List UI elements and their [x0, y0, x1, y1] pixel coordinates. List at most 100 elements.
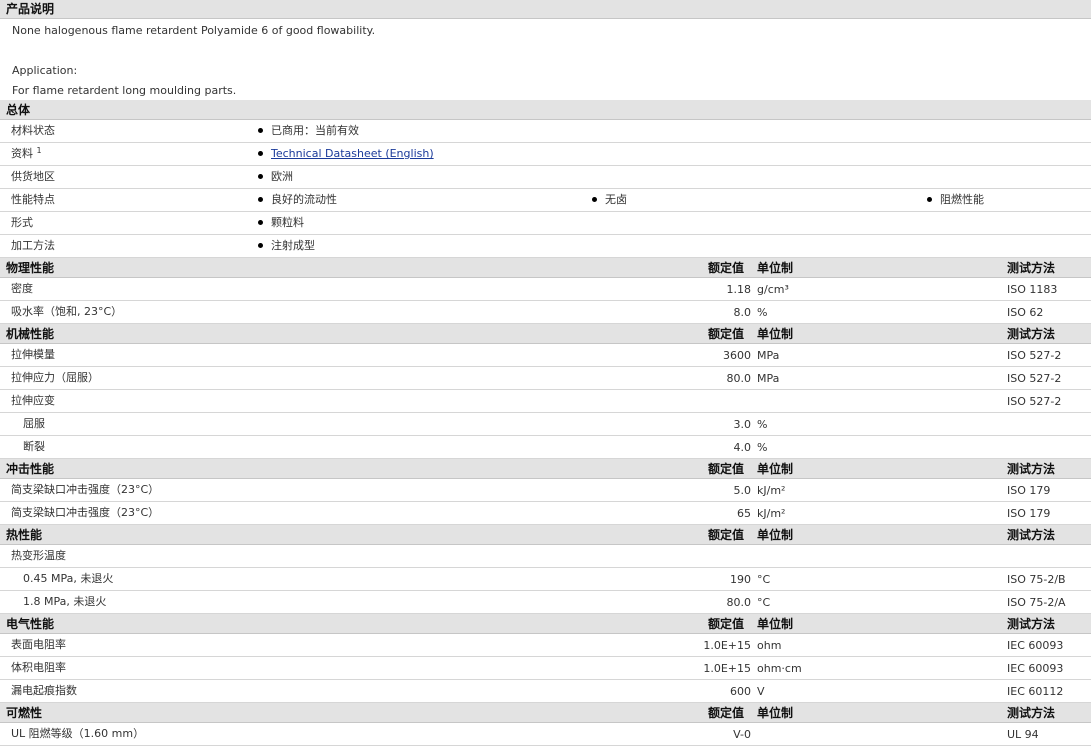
general-row: 材料状态 已商用：当前有效: [0, 120, 1091, 143]
bullet-icon: [258, 173, 263, 179]
general-row: 加工方法 注射成型: [0, 235, 1091, 258]
property-row: 简支梁缺口冲击强度（23°C） 5.0 kJ/m² ISO 179: [0, 479, 1091, 502]
property-unit: kJ/m²: [757, 484, 786, 497]
property-row: 1.8 MPa, 未退火 80.0 °C ISO 75-2/A: [0, 591, 1091, 614]
column-header-value: 额定值: [708, 528, 745, 542]
property-name: 热变形温度: [11, 549, 66, 562]
general-row: 形式 颗粒料: [0, 212, 1091, 235]
property-row: 拉伸应力（屈服） 80.0 MPa ISO 527-2: [0, 367, 1091, 390]
property-unit: kJ/m²: [757, 507, 786, 520]
column-header-method: 测试方法: [1007, 261, 1056, 275]
property-name: 拉伸应变: [11, 394, 55, 407]
property-row: 拉伸应变 ISO 527-2: [0, 390, 1091, 413]
section-header: 热性能 额定值 单位制 测试方法: [0, 525, 1091, 545]
property-name: 体积电阻率: [11, 661, 66, 674]
test-method: ISO 527-2: [1007, 349, 1062, 362]
section-header: 电气性能 额定值 单位制 测试方法: [0, 614, 1091, 634]
section-title: 电气性能: [6, 617, 55, 631]
property-row: 体积电阻率 1.0E+15 ohm·cm IEC 60093: [0, 657, 1091, 680]
general-value: 欧洲: [258, 166, 293, 188]
property-name: 漏电起痕指数: [11, 684, 77, 697]
general-label: 性能特点: [11, 189, 55, 211]
general-label: 资料 1: [11, 143, 42, 165]
property-unit: MPa: [757, 349, 780, 362]
general-value-text: 注射成型: [271, 239, 315, 252]
property-name: UL 阻燃等级（1.60 mm）: [11, 727, 145, 740]
column-header-value: 额定值: [708, 617, 745, 631]
property-name: 拉伸应力（屈服）: [11, 371, 99, 384]
property-unit: %: [757, 306, 768, 319]
general-label: 加工方法: [11, 235, 55, 257]
general-label-text: 性能特点: [11, 193, 55, 206]
general-value-text: 已商用：当前有效: [271, 124, 359, 137]
general-label-text: 材料状态: [11, 124, 55, 137]
general-value-text: 欧洲: [271, 170, 293, 183]
property-name: 简支梁缺口冲击强度（23°C）: [11, 506, 160, 519]
bullet-icon: [258, 150, 263, 156]
property-row: 漏电起痕指数 600 V IEC 60112: [0, 680, 1091, 703]
property-unit: %: [757, 418, 768, 431]
property-row: 吸水率（饱和, 23°C） 8.0% ISO 62: [0, 301, 1091, 324]
property-row: 拉伸模量 3600 MPa ISO 527-2: [0, 344, 1091, 367]
column-header-method: 测试方法: [1007, 617, 1056, 631]
test-method: UL 94: [1007, 728, 1039, 741]
property-name: 拉伸模量: [11, 348, 55, 361]
property-row: 热变形温度: [0, 545, 1091, 568]
general-value-text: 颗粒料: [271, 216, 304, 229]
property-value: 3.0: [733, 418, 752, 431]
column-header-unit: 单位制: [757, 528, 794, 542]
property-row: 0.45 MPa, 未退火 190 °C ISO 75-2/B: [0, 568, 1091, 591]
property-name: 简支梁缺口冲击强度（23°C）: [11, 483, 160, 496]
general-label-text: 资料: [11, 147, 33, 160]
section-header-general: 总体: [0, 100, 1091, 120]
column-header-value: 额定值: [708, 462, 745, 476]
property-name: 表面电阻率: [11, 638, 66, 651]
property-unit: %: [757, 441, 768, 454]
property-value: 1.0E+15: [703, 662, 751, 675]
test-method: ISO 1183: [1007, 283, 1058, 296]
property-value: 5.0: [733, 484, 752, 497]
general-value: 注射成型: [258, 235, 315, 257]
section-header: 机械性能 额定值 单位制 测试方法: [0, 324, 1091, 344]
bullet-icon: [258, 219, 263, 225]
test-method: IEC 60112: [1007, 685, 1064, 698]
property-unit: ohm: [757, 639, 782, 652]
general-value-text: 阻燃性能: [940, 193, 984, 206]
property-name: 断裂: [23, 440, 45, 453]
desc-spacer: [0, 41, 1091, 61]
footnote-marker: 1: [36, 146, 42, 155]
property-value: V-0: [733, 728, 751, 741]
general-value: 阻燃性能: [927, 189, 984, 211]
general-value[interactable]: Technical Datasheet (English): [258, 143, 434, 165]
column-header-unit: 单位制: [757, 617, 794, 631]
column-header-method: 测试方法: [1007, 327, 1056, 341]
property-value: 80.0: [726, 596, 752, 609]
test-method: ISO 62: [1007, 306, 1044, 319]
property-row: 屈服 3.0%: [0, 413, 1091, 436]
property-row: 表面电阻率 1.0E+15 ohm IEC 60093: [0, 634, 1091, 657]
property-value: 4.0: [733, 441, 752, 454]
property-unit: g/cm³: [757, 283, 789, 296]
property-name: 屈服: [23, 417, 45, 430]
test-method: ISO 527-2: [1007, 372, 1062, 385]
test-method: ISO 527-2: [1007, 395, 1062, 408]
property-value: 80.0: [726, 372, 752, 385]
property-row: 简支梁缺口冲击强度（23°C） 65 kJ/m² ISO 179: [0, 502, 1091, 525]
property-row: UL 阻燃等级（1.60 mm） V-0 UL 94: [0, 723, 1091, 746]
property-unit: °C: [757, 573, 771, 586]
column-header-unit: 单位制: [757, 706, 794, 720]
section-title: 物理性能: [6, 261, 55, 275]
general-label: 形式: [11, 212, 33, 234]
general-label: 材料状态: [11, 120, 55, 142]
property-name: 吸水率（饱和, 23°C）: [11, 305, 123, 318]
general-value: 颗粒料: [258, 212, 304, 234]
section-header: 冲击性能 额定值 单位制 测试方法: [0, 459, 1091, 479]
datasheet-link[interactable]: Technical Datasheet (English): [271, 147, 434, 160]
general-row: 资料 1 Technical Datasheet (English): [0, 143, 1091, 166]
datasheet: 产品说明 None halogenous flame retardent Poly…: [0, 0, 1091, 750]
bullet-icon: [258, 242, 263, 248]
column-header-unit: 单位制: [757, 327, 794, 341]
column-header-method: 测试方法: [1007, 528, 1056, 542]
section-title: 热性能: [6, 528, 43, 542]
property-value: 600: [730, 685, 751, 698]
